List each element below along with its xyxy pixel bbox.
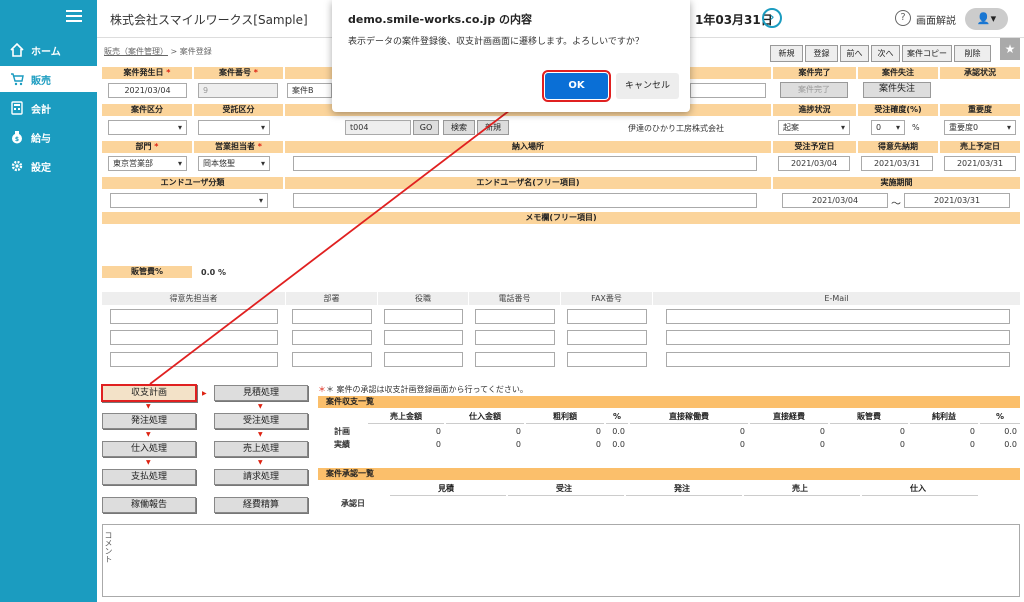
ok-button[interactable]: OK — [542, 70, 611, 102]
confirm-dialog: demo.smile-works.co.jp の内容 表示データの案件登録後、収… — [332, 0, 690, 112]
dialog-message: 表示データの案件登録後、収支計画画面に遷移します。よろしいですか？ — [348, 37, 644, 47]
cancel-button[interactable]: キャンセル — [616, 73, 679, 99]
dialog-title: demo.smile-works.co.jp の内容 — [348, 13, 533, 26]
